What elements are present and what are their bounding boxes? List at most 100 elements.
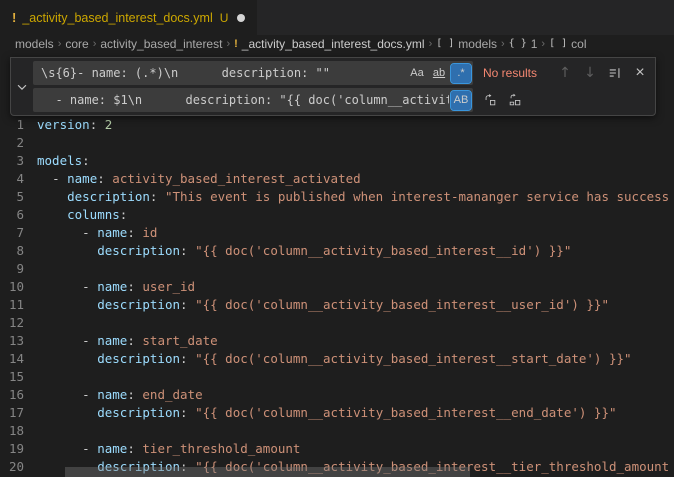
line-number: 20 <box>0 458 24 476</box>
find-in-selection-icon <box>608 66 622 80</box>
line-number: 2 <box>0 134 24 152</box>
replace-button[interactable] <box>479 89 501 111</box>
vscode-window: ! _activity_based_interest_docs.yml U mo… <box>0 0 674 477</box>
breadcrumb-label: core <box>65 37 88 51</box>
code-line-19[interactable]: 19 - name: tier_threshold_amount <box>0 440 674 458</box>
code-text: - name: end_date <box>24 386 203 404</box>
line-number: 8 <box>0 242 24 260</box>
close-button[interactable]: × <box>629 62 651 84</box>
line-number: 17 <box>0 404 24 422</box>
breadcrumb-label: models <box>15 37 54 51</box>
preserve-case-button[interactable]: AB <box>451 91 471 110</box>
breadcrumb-item-col[interactable]: [ ] col <box>549 37 586 51</box>
line-number: 5 <box>0 188 24 206</box>
editor-tab[interactable]: ! _activity_based_interest_docs.yml U <box>0 0 257 35</box>
line-number: 11 <box>0 296 24 314</box>
code-line-16[interactable]: 16 - name: end_date <box>0 386 674 404</box>
code-text <box>24 314 37 332</box>
code-text: columns: <box>24 206 127 224</box>
symbol-array-icon: [ ] <box>436 38 454 49</box>
find-results-count: No results <box>483 66 537 80</box>
find-input[interactable]: \s{6}- name: (.*)\n description: "" Aa a… <box>33 61 473 85</box>
code-line-6[interactable]: 6 columns: <box>0 206 674 224</box>
breadcrumb-item-models[interactable]: models <box>15 37 54 51</box>
code-text: description: "{{ doc('column__activity_b… <box>24 296 609 314</box>
find-query-text: \s{6}- name: (.*)\n description: "" <box>41 66 405 80</box>
code-text <box>24 134 37 152</box>
breadcrumb-separator: › <box>541 38 545 50</box>
code-line-5[interactable]: 5 description: "This event is published … <box>0 188 674 206</box>
breadcrumb-item-activity_based_interest[interactable]: activity_based_interest <box>100 37 222 51</box>
breadcrumb-item-1[interactable]: { } 1 <box>509 37 538 51</box>
code-line-15[interactable]: 15 <box>0 368 674 386</box>
line-number: 6 <box>0 206 24 224</box>
code-line-13[interactable]: 13 - name: start_date <box>0 332 674 350</box>
yaml-file-warning-icon: ! <box>12 10 16 25</box>
breadcrumb-item-_activity_based_interest_docs.yml[interactable]: ! _activity_based_interest_docs.yml <box>234 37 424 51</box>
code-text: - name: tier_threshold_amount <box>24 440 300 458</box>
line-number: 16 <box>0 386 24 404</box>
line-number: 4 <box>0 170 24 188</box>
code-line-12[interactable]: 12 <box>0 314 674 332</box>
code-line-10[interactable]: 10 - name: user_id <box>0 278 674 296</box>
code-line-14[interactable]: 14 description: "{{ doc('column__activit… <box>0 350 674 368</box>
next-match-button[interactable]: ↓ <box>579 62 601 84</box>
line-number: 19 <box>0 440 24 458</box>
code-line-18[interactable]: 18 <box>0 422 674 440</box>
code-line-9[interactable]: 9 <box>0 260 674 278</box>
code-line-8[interactable]: 8 description: "{{ doc('column__activity… <box>0 242 674 260</box>
code-line-3[interactable]: 3models: <box>0 152 674 170</box>
code-line-4[interactable]: 4 - name: activity_based_interest_activa… <box>0 170 674 188</box>
replace-input[interactable]: - name: $1\n description: "{{ doc('colum… <box>33 88 473 112</box>
previous-match-button[interactable]: ↑ <box>554 62 576 84</box>
code-text: models: <box>24 152 90 170</box>
code-line-1[interactable]: 1version: 2 <box>0 116 674 134</box>
breadcrumb-separator: › <box>429 38 433 50</box>
replace-all-button[interactable] <box>504 89 526 111</box>
line-number: 18 <box>0 422 24 440</box>
breadcrumb-label: _activity_based_interest_docs.yml <box>242 37 425 51</box>
code-text <box>24 368 37 386</box>
line-number: 15 <box>0 368 24 386</box>
breadcrumb-separator: › <box>501 38 505 50</box>
code-text: description: "{{ doc('column__activity_b… <box>24 350 632 368</box>
symbol-array-icon: [ ] <box>549 38 567 49</box>
whole-word-button[interactable]: ab <box>429 64 449 83</box>
toggle-replace-button[interactable] <box>11 61 33 112</box>
code-text: - name: activity_based_interest_activate… <box>24 170 361 188</box>
replace-all-icon <box>508 93 522 107</box>
line-number: 3 <box>0 152 24 170</box>
regex-button[interactable]: .* <box>451 64 471 83</box>
line-number: 9 <box>0 260 24 278</box>
replace-value-text: - name: $1\n description: "{{ doc('colum… <box>41 93 449 107</box>
horizontal-scrollbar[interactable] <box>65 467 470 477</box>
line-number: 10 <box>0 278 24 296</box>
find-row: \s{6}- name: (.*)\n description: "" Aa a… <box>33 61 651 85</box>
line-number: 1 <box>0 116 24 134</box>
code-text: - name: id <box>24 224 157 242</box>
find-widget-body: \s{6}- name: (.*)\n description: "" Aa a… <box>33 61 651 112</box>
git-status-badge: U <box>220 11 229 25</box>
code-line-11[interactable]: 11 description: "{{ doc('column__activit… <box>0 296 674 314</box>
breadcrumb-label: 1 <box>531 37 538 51</box>
find-replace-widget: \s{6}- name: (.*)\n description: "" Aa a… <box>10 57 656 116</box>
breadcrumb-item-models[interactable]: [ ]models <box>436 37 497 51</box>
editor-area: 1version: 223models:4 - name: activity_b… <box>0 52 674 477</box>
code-line-17[interactable]: 17 description: "{{ doc('column__activit… <box>0 404 674 422</box>
breadcrumb-label: col <box>571 37 586 51</box>
tab-title: _activity_based_interest_docs.yml <box>22 11 212 25</box>
unsaved-changes-dot[interactable] <box>237 14 245 22</box>
find-in-selection-button[interactable] <box>604 62 626 84</box>
breadcrumb-item-core[interactable]: core <box>65 37 88 51</box>
warning-file-icon: ! <box>234 38 238 50</box>
match-case-button[interactable]: Aa <box>407 64 427 83</box>
code-line-2[interactable]: 2 <box>0 134 674 152</box>
symbol-object-icon: { } <box>509 38 527 49</box>
replace-icon <box>483 93 497 107</box>
line-number: 7 <box>0 224 24 242</box>
code-text: - name: start_date <box>24 332 218 350</box>
breadcrumb-separator: › <box>93 38 97 50</box>
replace-row: - name: $1\n description: "{{ doc('colum… <box>33 88 651 112</box>
code-line-7[interactable]: 7 - name: id <box>0 224 674 242</box>
code-text: description: "This event is published wh… <box>24 188 669 206</box>
